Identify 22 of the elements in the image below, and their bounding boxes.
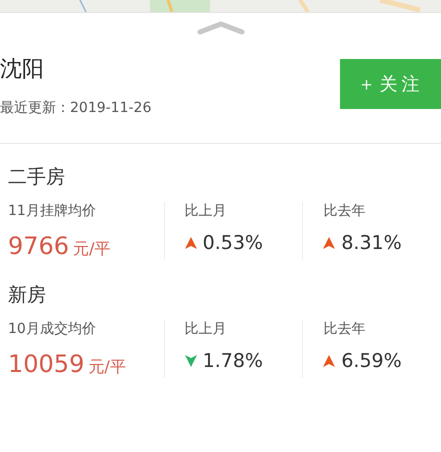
section-title: 二手房	[8, 165, 66, 190]
follow-button[interactable]: ＋关注	[340, 59, 441, 109]
arrow-up-icon	[323, 355, 336, 367]
update-date: 最近更新：2019-11-26	[0, 99, 152, 117]
city-title: 沈阳	[0, 56, 45, 84]
change-value: 8.31%	[341, 232, 402, 254]
price-label: 11月挂牌均价	[8, 202, 97, 220]
arrow-up-icon	[323, 237, 336, 249]
average-price: 10059 元/平	[8, 350, 127, 378]
section-title: 新房	[8, 283, 47, 308]
change-value: 6.59%	[341, 350, 402, 372]
change-value: 0.53%	[202, 232, 263, 254]
change-label: 比上月	[184, 320, 228, 338]
change-label: 比上月	[184, 202, 228, 220]
change-label: 比去年	[323, 202, 366, 220]
arrow-up-icon	[184, 237, 197, 249]
change-value: 1.78%	[202, 350, 263, 372]
change-label: 比去年	[323, 320, 366, 338]
chevron-up-icon[interactable]	[196, 21, 244, 35]
price-label: 10月成交均价	[8, 320, 97, 338]
average-price: 9766 元/平	[8, 232, 112, 260]
arrow-down-icon	[184, 355, 197, 367]
